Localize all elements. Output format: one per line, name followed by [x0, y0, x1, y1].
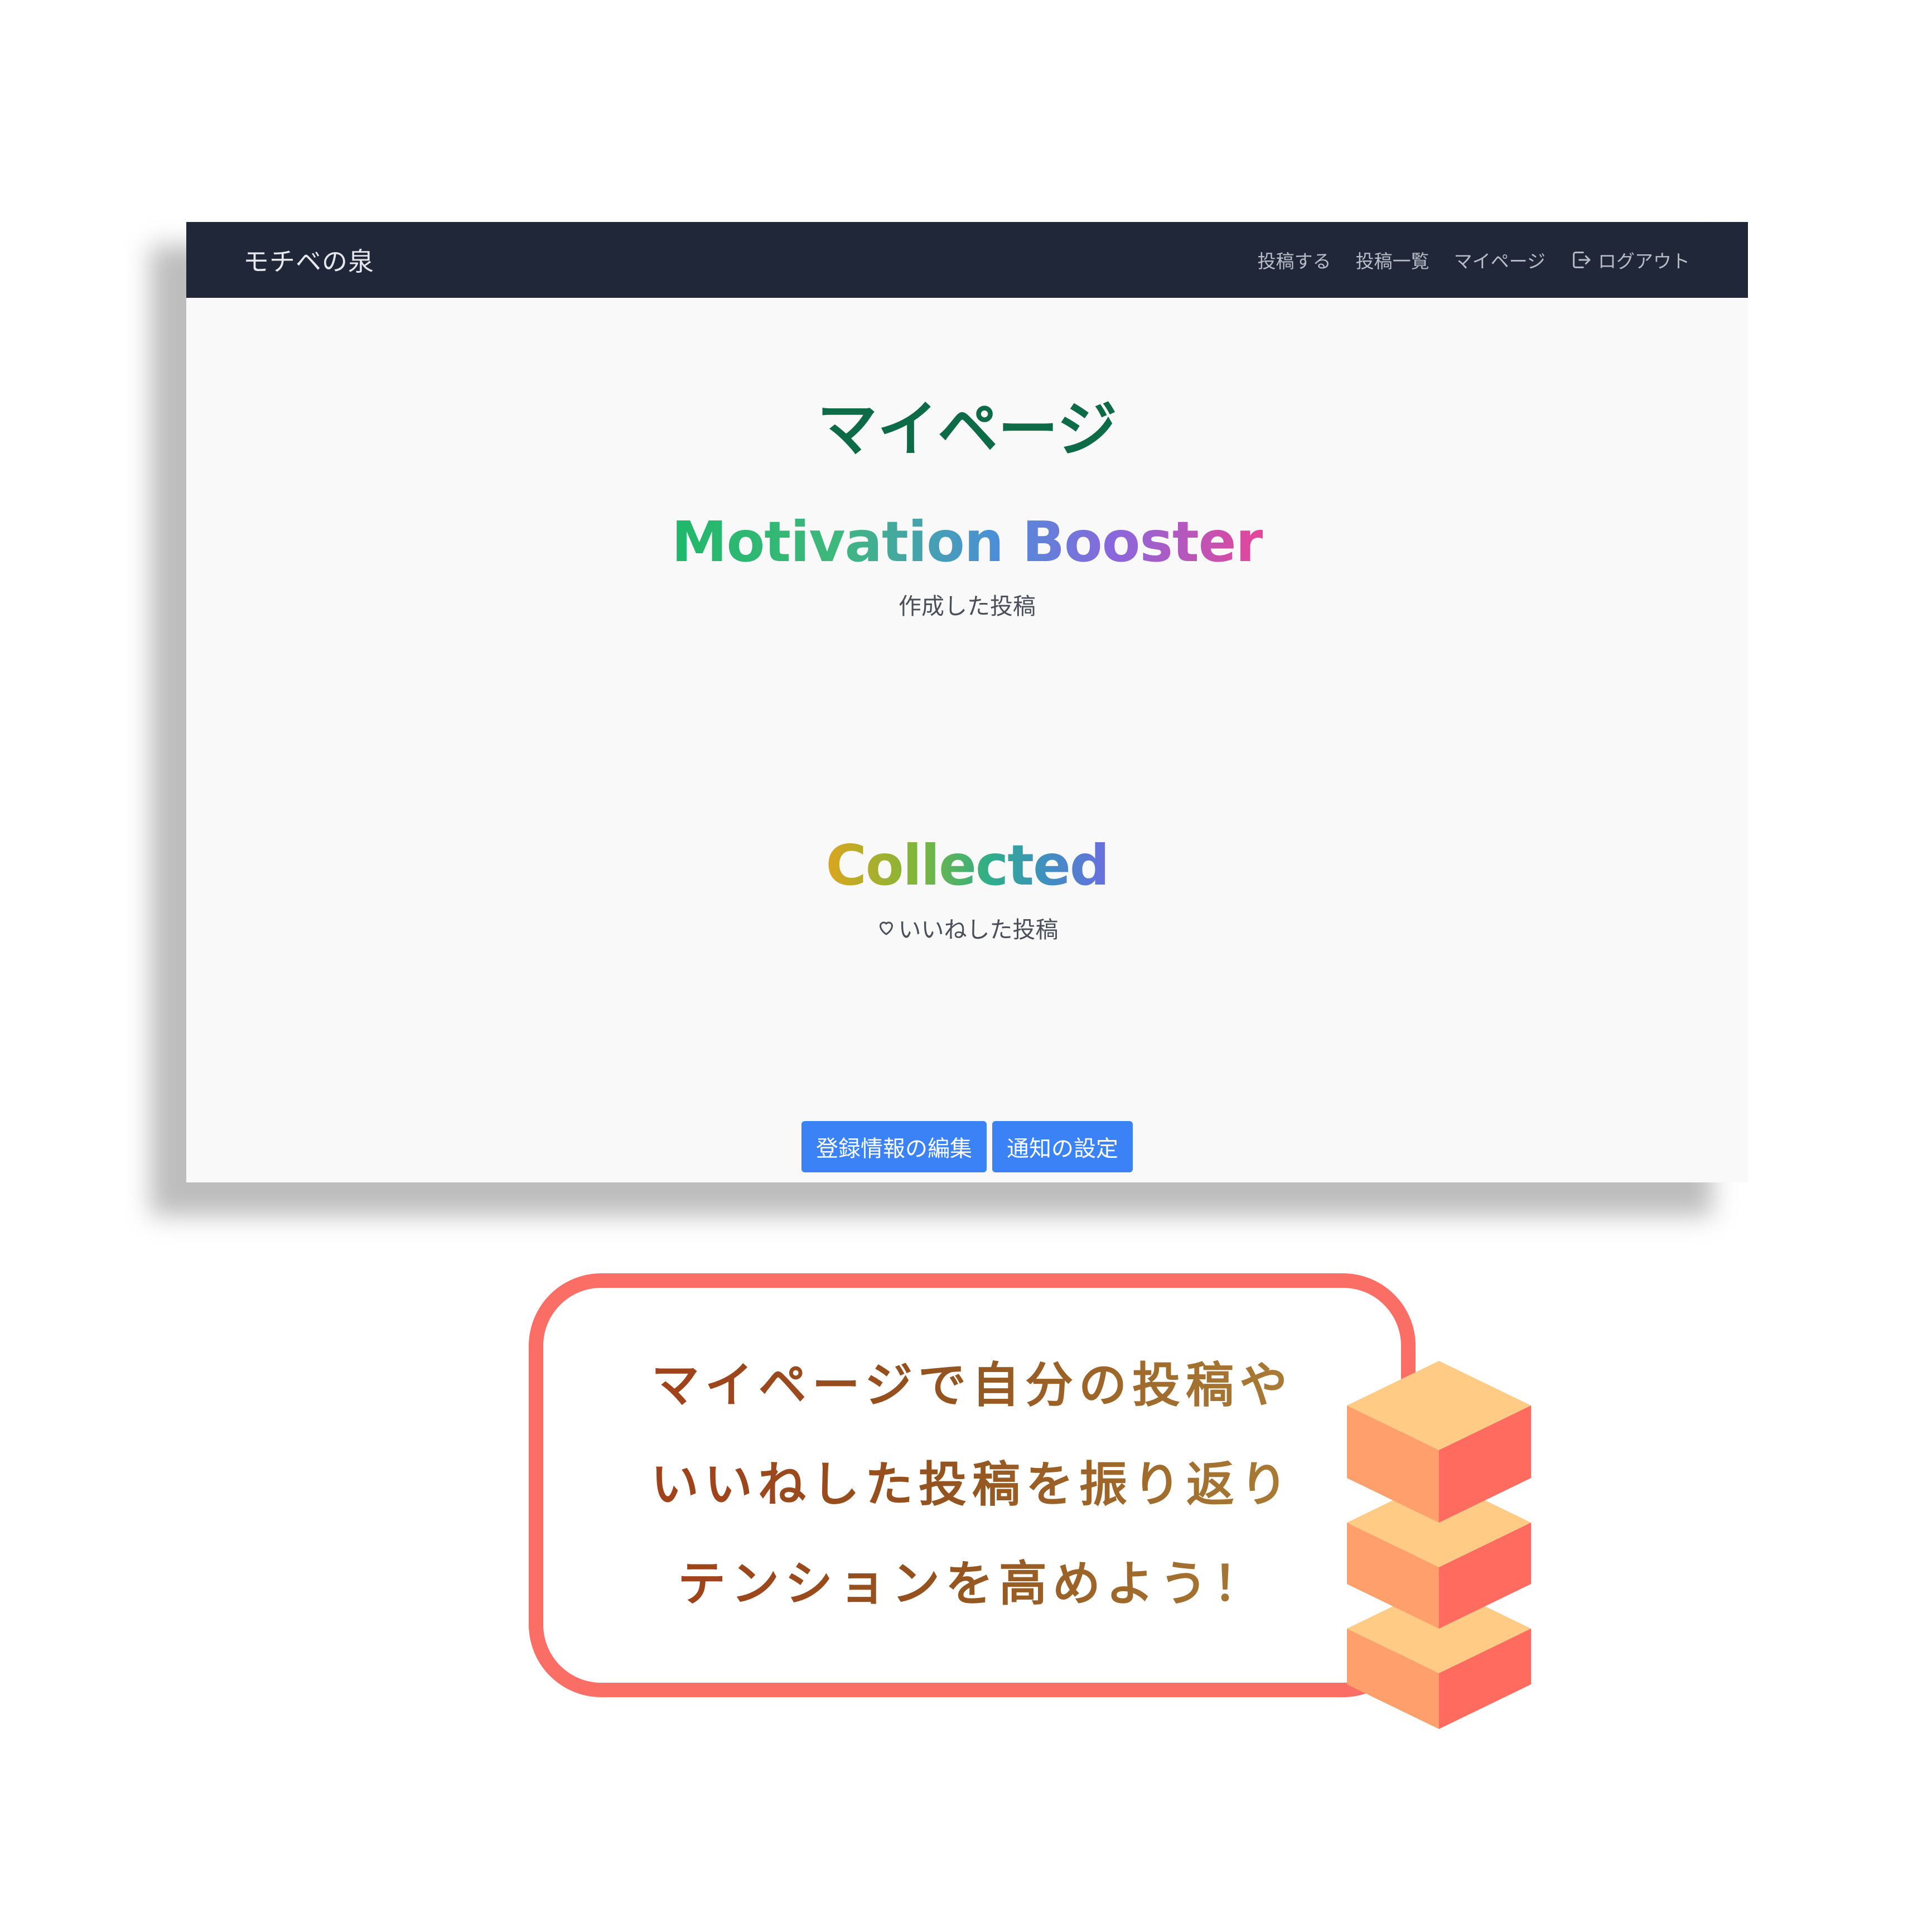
app-screenshot: モチベの泉 投稿する 投稿一覧 マイページ ログアウト マイページ Motiva… [186, 222, 1748, 1182]
navbar: モチベの泉 投稿する 投稿一覧 マイページ ログアウト [186, 222, 1748, 298]
logout-icon [1573, 252, 1591, 268]
notification-settings-button[interactable]: 通知の設定 [992, 1121, 1133, 1172]
callout-message: マイページで自分の投稿や いいねした投稿を振り返り テンションを高めよう！ [529, 1336, 1416, 1634]
callout-line: テンションを高めよう！ [529, 1534, 1416, 1634]
callout-line: マイページで自分の投稿や [529, 1336, 1416, 1435]
nav-item-mypage[interactable]: マイページ [1454, 247, 1545, 273]
logout-label: ログアウト [1598, 250, 1690, 272]
edit-profile-button[interactable]: 登録情報の編集 [801, 1121, 987, 1172]
liked-posts-subtitle: いいねした投稿 [186, 911, 1748, 944]
callout-line: いいねした投稿を振り返り [529, 1435, 1416, 1534]
action-buttons: 登録情報の編集 通知の設定 [186, 1121, 1748, 1172]
collected-text: Collected [825, 833, 1110, 898]
liked-posts-label: いいねした投稿 [898, 916, 1059, 943]
collected-heading: Collected [186, 833, 1748, 898]
nav-item-logout[interactable]: ログアウト [1570, 247, 1690, 273]
cube-top [1347, 1361, 1531, 1523]
heart-icon [879, 921, 893, 935]
motivation-booster-text: Motivation Booster [672, 509, 1263, 574]
motivation-booster-heading: Motivation Booster [186, 509, 1748, 574]
created-posts-subtitle: 作成した投稿 [899, 593, 1036, 620]
page-title: マイページ [817, 395, 1117, 465]
nav-item-post-list[interactable]: 投稿一覧 [1356, 247, 1429, 273]
nav-links: 投稿する 投稿一覧 マイページ ログアウト [1258, 247, 1690, 273]
promo-canvas: モチベの泉 投稿する 投稿一覧 マイページ ログアウト マイページ Motiva… [0, 0, 1932, 1932]
stacked-cubes-illustration [1347, 1361, 1531, 1729]
brand-logo[interactable]: モチベの泉 [243, 241, 374, 278]
nav-item-post[interactable]: 投稿する [1258, 247, 1331, 273]
